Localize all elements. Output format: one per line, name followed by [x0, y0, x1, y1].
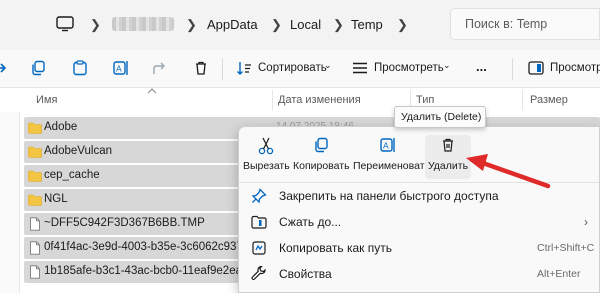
delete-tooltip: Удалить (Delete): [394, 106, 486, 128]
sort-button[interactable]: Сортировать: [258, 62, 327, 74]
sort-icon[interactable]: [236, 60, 252, 76]
menu-item-shortcut: Ctrl+Shift+C: [537, 242, 595, 254]
column-name[interactable]: Имя: [36, 94, 57, 106]
menu-item-compress[interactable]: Сжать до... ›: [239, 209, 599, 235]
menu-item-label: Копировать как путь: [279, 241, 392, 255]
pin-icon: [251, 188, 267, 204]
cut-label: Вырезать: [243, 160, 290, 172]
file-name: NGL: [44, 193, 68, 205]
navigation-pane[interactable]: [0, 112, 20, 293]
chevron-right-icon[interactable]: ❯: [271, 17, 282, 33]
sort-chevron-icon[interactable]: ⌄: [324, 60, 332, 71]
view-chevron-icon[interactable]: ⌄: [443, 60, 451, 71]
menu-item-shortcut: Alt+Enter: [537, 268, 581, 280]
red-arrow-annotation: [466, 154, 551, 189]
address-bar: ❯ ❯ AppData ❯ Local ❯ Temp ❯ Поиск в: Te…: [0, 0, 600, 50]
svg-text:A: A: [383, 141, 389, 151]
chevron-right-icon[interactable]: ❯: [186, 17, 197, 33]
submenu-chevron-icon: ›: [584, 215, 588, 229]
menu-item-properties[interactable]: Свойства Alt+Enter: [239, 261, 599, 287]
this-pc-icon[interactable]: [56, 16, 74, 32]
file-icon: [30, 265, 40, 279]
file-name: AdobeVulcan: [44, 145, 112, 157]
chevron-right-icon[interactable]: ❯: [397, 17, 408, 33]
file-name: cep_cache: [44, 169, 100, 181]
copy-button[interactable]: Копировать: [293, 135, 350, 179]
search-placeholder: Поиск в: Temp: [465, 17, 548, 31]
toolbar-divider: [512, 58, 513, 80]
column-size[interactable]: Размер: [530, 94, 568, 106]
rename-icon: A: [380, 138, 395, 152]
copy-icon[interactable]: [30, 60, 46, 76]
crumb-appdata[interactable]: AppData: [207, 17, 258, 32]
file-name: ~DFF5C942F3D367B6BB.TMP: [44, 217, 205, 229]
menu-item-label: Сжать до...: [279, 215, 342, 229]
file-name: 0f41f4ac-3e9d-4003-b35e-3c6062c93767.t: [44, 241, 263, 253]
view-icon[interactable]: [352, 60, 368, 76]
column-type[interactable]: Тип: [416, 94, 434, 106]
wrench-icon: [251, 266, 266, 280]
column-header: Имя Дата изменения Тип Размер: [0, 88, 600, 112]
cut-button[interactable]: Вырезать: [243, 135, 290, 179]
folder-icon: [28, 194, 42, 206]
folder-icon: [28, 122, 42, 134]
delete-icon[interactable]: [193, 60, 209, 76]
preview-button[interactable]: Просмотр: [550, 62, 600, 74]
view-button[interactable]: Просмотреть: [374, 62, 444, 74]
path-icon: [252, 241, 266, 255]
svg-text:A: A: [116, 64, 122, 74]
crumb-local[interactable]: Local: [290, 17, 321, 32]
crumb-temp[interactable]: Temp: [351, 17, 383, 32]
menu-item-label: Закрепить на панели быстрого доступа: [279, 189, 499, 203]
paste-icon[interactable]: [72, 60, 88, 76]
tooltip-text: Удалить (Delete): [401, 111, 482, 123]
share-icon[interactable]: [152, 60, 168, 76]
column-date[interactable]: Дата изменения: [278, 94, 361, 106]
rename-button[interactable]: A Переименовать: [353, 135, 430, 179]
column-separator[interactable]: [522, 90, 523, 110]
trash-icon: [443, 138, 453, 152]
menu-item-label: Свойства: [279, 267, 332, 281]
new-item-icon[interactable]: [0, 60, 7, 76]
blurred-username-crumb[interactable]: [112, 17, 174, 31]
menu-item-copy-as-path[interactable]: Копировать как путь Ctrl+Shift+C: [239, 235, 599, 261]
command-bar: A Сортировать ⌄ Просмотреть ⌄ ... Просмо…: [0, 50, 600, 88]
sort-up-icon: [147, 88, 157, 94]
zip-icon: [251, 215, 267, 229]
copy-icon: [315, 137, 328, 153]
folder-icon: [28, 170, 42, 182]
file-icon: [30, 217, 40, 231]
column-separator[interactable]: [272, 90, 273, 110]
rename-icon[interactable]: A: [113, 60, 129, 76]
chevron-right-icon[interactable]: ❯: [90, 17, 101, 33]
scissors-icon: [258, 137, 274, 155]
rename-label: Переименовать: [353, 160, 430, 172]
search-input[interactable]: Поиск в: Temp: [450, 8, 600, 40]
preview-icon[interactable]: [528, 60, 544, 76]
chevron-right-icon[interactable]: ❯: [333, 17, 344, 33]
toolbar-divider: [222, 58, 223, 80]
copy-label: Копировать: [293, 160, 350, 172]
more-options-button[interactable]: ...: [476, 59, 487, 74]
file-name: Adobe: [44, 121, 78, 133]
folder-icon: [28, 146, 42, 158]
file-name: 1b185afe-b3c1-43ac-bcb0-11eaf9e2ea3a.t: [44, 265, 262, 277]
file-icon: [30, 241, 40, 255]
